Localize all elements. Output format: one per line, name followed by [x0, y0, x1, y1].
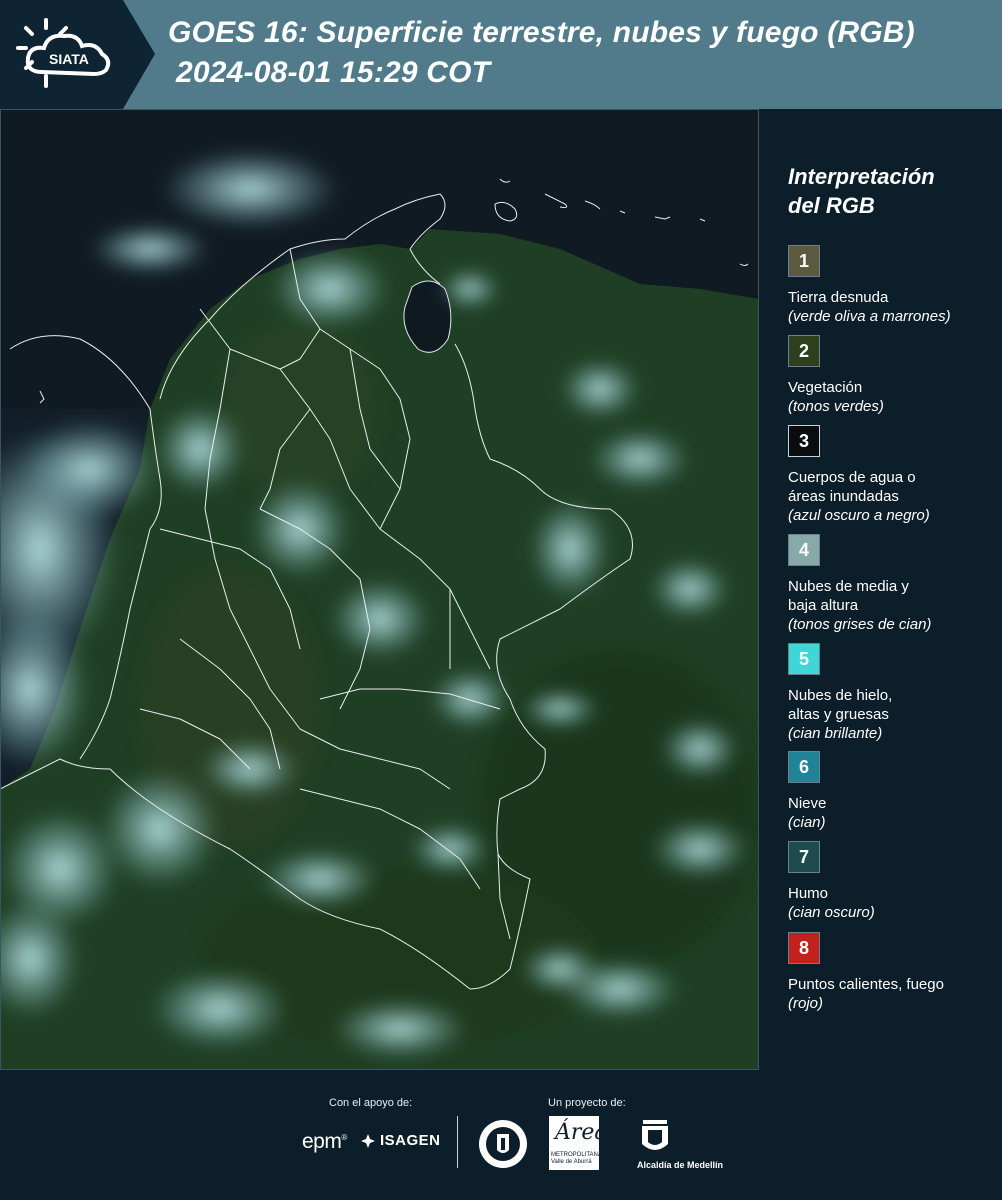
isagen-icon [361, 1133, 375, 1148]
page-timestamp: 2024-08-01 15:29 COT [176, 56, 491, 89]
legend-swatch-2: 2 [788, 335, 820, 367]
legend-swatch-6: 6 [788, 751, 820, 783]
legend-swatch-1: 1 [788, 245, 820, 277]
satellite-map-image [0, 109, 759, 1070]
legend-item-4: 4 Nubes de media y baja altura (tonos gr… [788, 534, 993, 634]
alcaldia-label: Alcaldía de Medellín [637, 1160, 724, 1170]
legend-label-5a: Nubes de hielo, [788, 687, 893, 704]
legend-sub-8: (rojo) [788, 995, 824, 1012]
satellite-map [0, 109, 759, 1070]
legend-item-3: 3 Cuerpos de agua o áreas inundadas (azu… [788, 425, 993, 525]
legend-swatch-3: 3 [788, 425, 820, 457]
epm-logo-text: epm [302, 1130, 342, 1153]
legend-sub-6: (cian) [788, 814, 826, 831]
area-metropolitana-logo: Área METROPOLITANA Valle de Aburrá [549, 1116, 608, 1170]
legend-label-5b: altas y gruesas [788, 706, 889, 723]
university-seal-icon [479, 1120, 527, 1168]
registered-mark: ® [341, 1133, 347, 1142]
legend-sub-1: (verde oliva a marrones) [788, 308, 951, 325]
legend-label-8: Puntos calientes, fuego [788, 976, 944, 993]
legend-label-6: Nieve [788, 795, 827, 812]
legend-swatch-7: 7 [788, 841, 820, 873]
legend-label-2: Vegetación [788, 379, 863, 396]
area-logo-text: Área [555, 1120, 608, 1145]
legend-item-2: 2 Vegetación (tonos verdes) [788, 335, 993, 416]
siata-logo-text: SIATA [49, 51, 89, 67]
legend-sub-3: (azul oscuro a negro) [788, 507, 930, 524]
legend-label-3b: áreas inundadas [788, 488, 899, 505]
legend-item-7: 7 Humo (cian oscuro) [788, 841, 993, 922]
legend-title-line1: Interpretación [788, 164, 935, 189]
legend-sub-2: (tonos verdes) [788, 398, 884, 415]
legend-label-4b: baja altura [788, 597, 859, 614]
legend-label-4a: Nubes de media y [788, 578, 909, 595]
legend-sub-7: (cian oscuro) [788, 904, 875, 921]
legend-label-3a: Cuerpos de agua o [788, 469, 916, 486]
legend-item-5: 5 Nubes de hielo, altas y gruesas (cian … [788, 643, 993, 743]
isagen-logo: ISAGEN [360, 1132, 441, 1149]
area-logo-subtext-1: METROPOLITANA [551, 1152, 602, 1158]
support-label: Con el apoyo de: [329, 1097, 413, 1109]
footer-divider [457, 1116, 458, 1168]
legend-sub-4: (tonos grises de cian) [788, 616, 932, 633]
epm-logo: epm® [302, 1130, 347, 1154]
legend-title-line2: del RGB [788, 193, 875, 218]
footer: Con el apoyo de: Un proyecto de: epm® IS… [0, 1070, 1002, 1200]
page-title: GOES 16: Superficie terrestre, nubes y f… [168, 16, 915, 49]
area-logo-subtext-2: Valle de Aburrá [551, 1159, 592, 1165]
legend-item-6: 6 Nieve (cian) [788, 751, 993, 832]
legend-title: Interpretación del RGB [788, 162, 988, 220]
legend-label-1: Tierra desnuda [788, 289, 889, 306]
legend-swatch-8: 8 [788, 932, 820, 964]
area-logo-subtext: METROPOLITANA Valle de Aburrá [551, 1152, 602, 1166]
legend-item-1: 1 Tierra desnuda (verde oliva a marrones… [788, 245, 993, 326]
alcaldia-shield-icon [642, 1120, 668, 1150]
isagen-logo-text: ISAGEN [380, 1132, 441, 1149]
legend-item-8: 8 Puntos calientes, fuego (rojo) [788, 932, 993, 1013]
legend-label-7: Humo [788, 885, 829, 902]
siata-logo: SIATA [16, 18, 111, 88]
legend-sub-5: (cian brillante) [788, 725, 883, 742]
legend-swatch-5: 5 [788, 643, 820, 675]
project-label: Un proyecto de: [548, 1097, 626, 1109]
legend-swatch-4: 4 [788, 534, 820, 566]
